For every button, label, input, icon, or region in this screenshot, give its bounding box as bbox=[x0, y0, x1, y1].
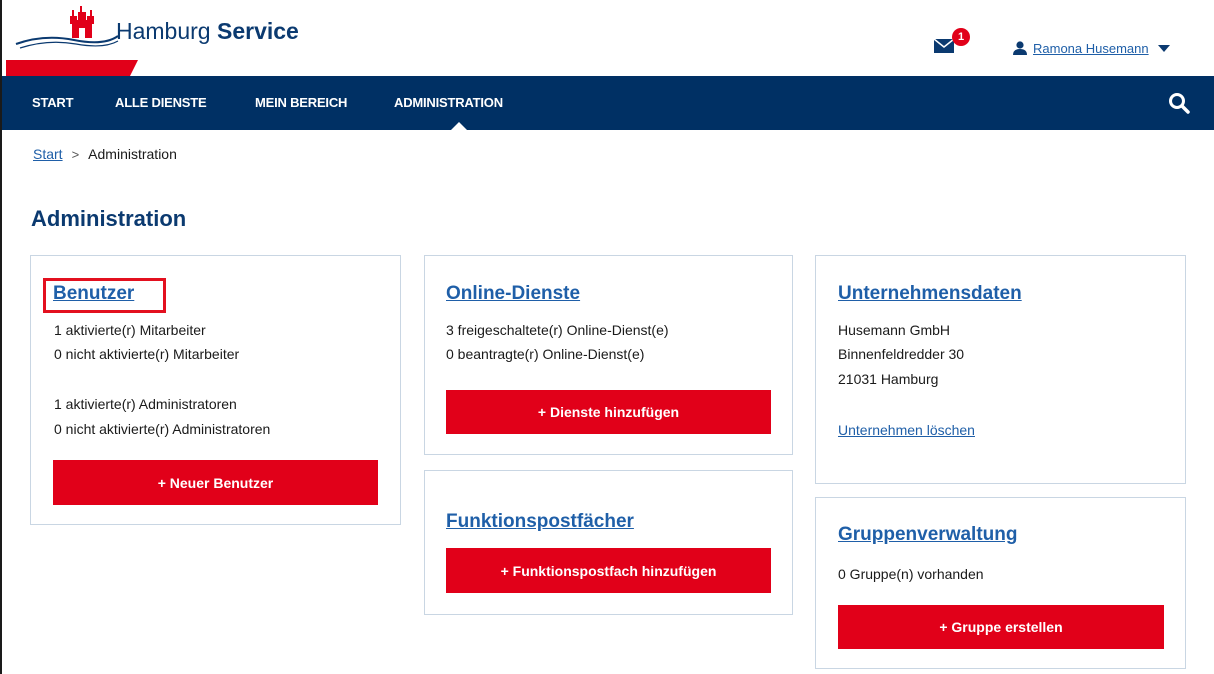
search-button[interactable] bbox=[1166, 90, 1192, 116]
breadcrumb-current: Administration bbox=[88, 146, 177, 162]
gruppenverwaltung-title-link[interactable]: Gruppenverwaltung bbox=[838, 524, 1017, 546]
funktionspostfaecher-title-link[interactable]: Funktionspostfächer bbox=[446, 511, 634, 533]
logo-text-bold: Service bbox=[217, 18, 299, 44]
online-dienste-title-link[interactable]: Online-Dienste bbox=[446, 283, 580, 305]
user-menu[interactable]: Ramona Husemann bbox=[1013, 37, 1170, 59]
frame-border-left bbox=[0, 0, 2, 674]
logo-text-regular: Hamburg bbox=[116, 18, 211, 44]
benutzer-line: 0 nicht aktivierte(r) Mitarbeiter bbox=[54, 346, 240, 362]
add-functional-mailbox-button[interactable]: + Funktionspostfach hinzufügen bbox=[446, 548, 771, 593]
card-funktionspostfaecher bbox=[424, 470, 793, 615]
caret-down-icon[interactable] bbox=[1157, 44, 1170, 52]
nav-item-alle-dienste[interactable]: ALLE DIENSTE bbox=[115, 76, 207, 130]
hamburg-service-logo[interactable]: Hamburg Service bbox=[14, 6, 354, 56]
messages-button[interactable]: 1 bbox=[933, 28, 973, 56]
benutzer-line: 1 aktivierte(r) Administratoren bbox=[54, 396, 237, 412]
create-group-button[interactable]: + Gruppe erstellen bbox=[838, 605, 1164, 649]
nav-item-administration[interactable]: ADMINISTRATION bbox=[394, 76, 503, 130]
nav-item-start[interactable]: START bbox=[32, 76, 74, 130]
active-nav-indicator bbox=[451, 122, 467, 130]
add-services-button[interactable]: + Dienste hinzufügen bbox=[446, 390, 771, 434]
new-user-button[interactable]: + Neuer Benutzer bbox=[53, 460, 378, 505]
search-icon bbox=[1169, 93, 1190, 114]
user-icon bbox=[1013, 41, 1027, 55]
site-header: Hamburg Service 1 Ramona Husemann bbox=[0, 0, 1214, 76]
nav-item-mein-bereich[interactable]: MEIN BEREICH bbox=[255, 76, 347, 130]
online-dienste-line: 0 beantragte(r) Online-Dienst(e) bbox=[446, 346, 645, 362]
benutzer-line: 1 aktivierte(r) Mitarbeiter bbox=[54, 322, 206, 338]
online-dienste-line: 3 freigeschaltete(r) Online-Dienst(e) bbox=[446, 322, 669, 338]
red-band-decoration bbox=[6, 60, 138, 76]
breadcrumb: Start > Administration bbox=[33, 146, 177, 162]
company-name: Husemann GmbH bbox=[838, 322, 951, 338]
logo-wordmark: Hamburg Service bbox=[116, 18, 299, 45]
delete-company-link[interactable]: Unternehmen löschen bbox=[838, 422, 975, 438]
user-name-link[interactable]: Ramona Husemann bbox=[1033, 41, 1149, 56]
main-navigation: START ALLE DIENSTE MEIN BEREICH ADMINIST… bbox=[2, 76, 1214, 130]
breadcrumb-separator: > bbox=[71, 146, 80, 162]
company-city: 21031 Hamburg bbox=[838, 371, 939, 387]
unternehmensdaten-title-link[interactable]: Unternehmensdaten bbox=[838, 283, 1022, 305]
breadcrumb-start-link[interactable]: Start bbox=[33, 146, 63, 162]
groups-count: 0 Gruppe(n) vorhanden bbox=[838, 566, 984, 582]
highlight-box bbox=[43, 278, 166, 313]
benutzer-line: 0 nicht aktivierte(r) Administratoren bbox=[54, 421, 271, 437]
messages-count-badge: 1 bbox=[952, 28, 970, 46]
page-title: Administration bbox=[31, 206, 187, 231]
hamburg-castle-icon bbox=[15, 6, 119, 49]
company-street: Binnenfeldredder 30 bbox=[838, 346, 965, 362]
